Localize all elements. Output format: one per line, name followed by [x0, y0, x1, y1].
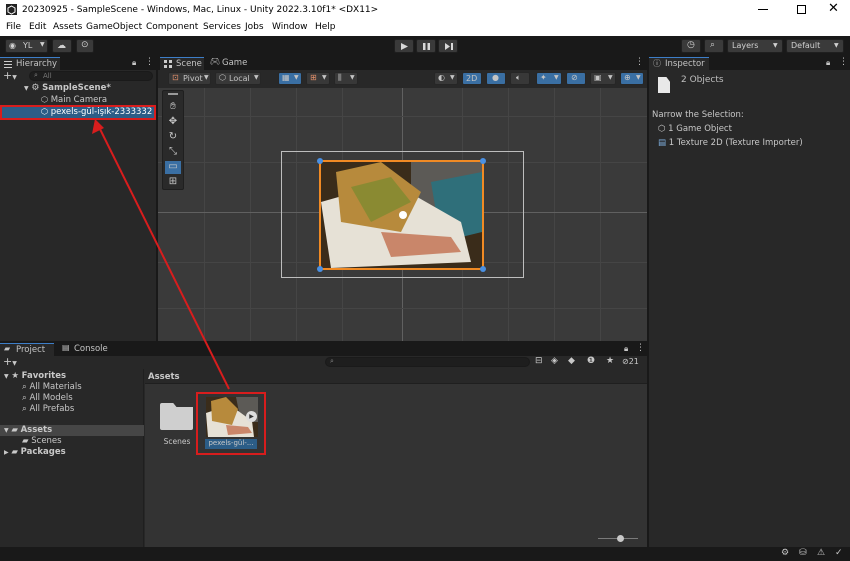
arrow-annotation [92, 119, 230, 390]
